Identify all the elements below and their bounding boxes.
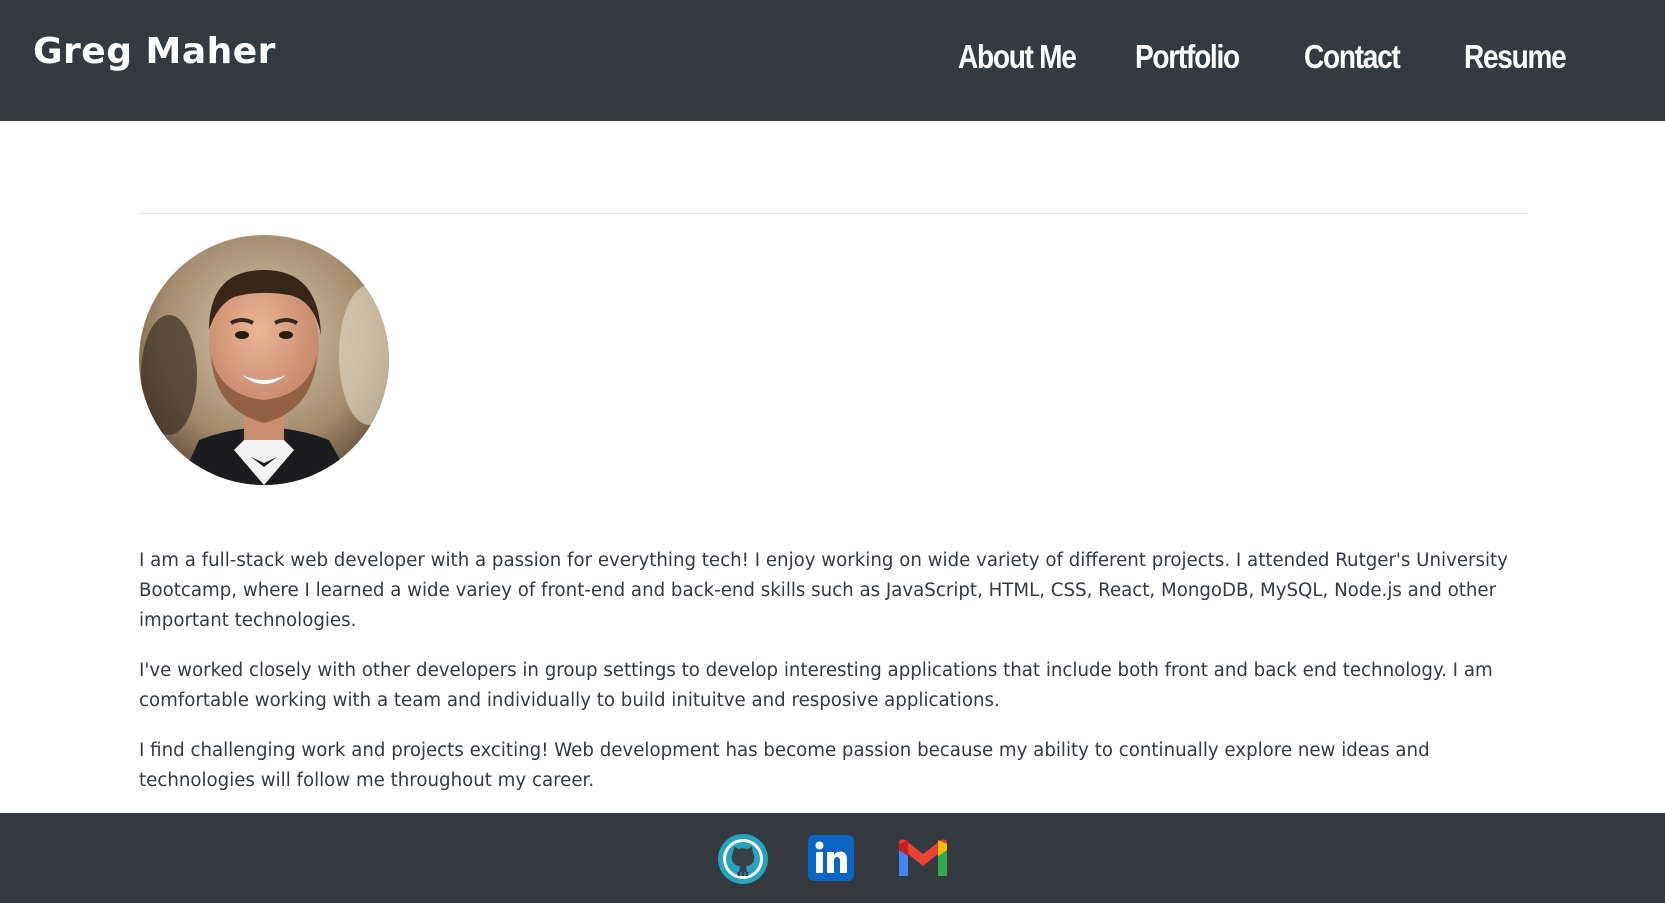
nav-about-me[interactable]: About Me xyxy=(958,38,1077,76)
nav-portfolio[interactable]: Portfolio xyxy=(1135,38,1240,76)
section-divider xyxy=(139,213,1527,214)
github-icon[interactable] xyxy=(717,833,769,885)
nav-contact[interactable]: Contact xyxy=(1304,38,1401,76)
gmail-icon[interactable] xyxy=(895,836,951,880)
bio-paragraph-1: I am a full-stack web developer with a p… xyxy=(139,550,1508,631)
brand-name[interactable]: Greg Maher xyxy=(33,31,276,72)
bio-paragraph-3: I find challenging work and projects exc… xyxy=(139,740,1430,791)
site-header: Greg Maher About Me Portfolio Contact Re… xyxy=(0,0,1665,121)
nav-resume[interactable]: Resume xyxy=(1464,38,1567,76)
profile-photo xyxy=(139,235,389,485)
bio-paragraph-2: I've worked closely with other developer… xyxy=(139,660,1493,711)
about-bio: I am a full-stack web developer with a p… xyxy=(139,546,1519,816)
linkedin-icon[interactable] xyxy=(808,835,854,881)
